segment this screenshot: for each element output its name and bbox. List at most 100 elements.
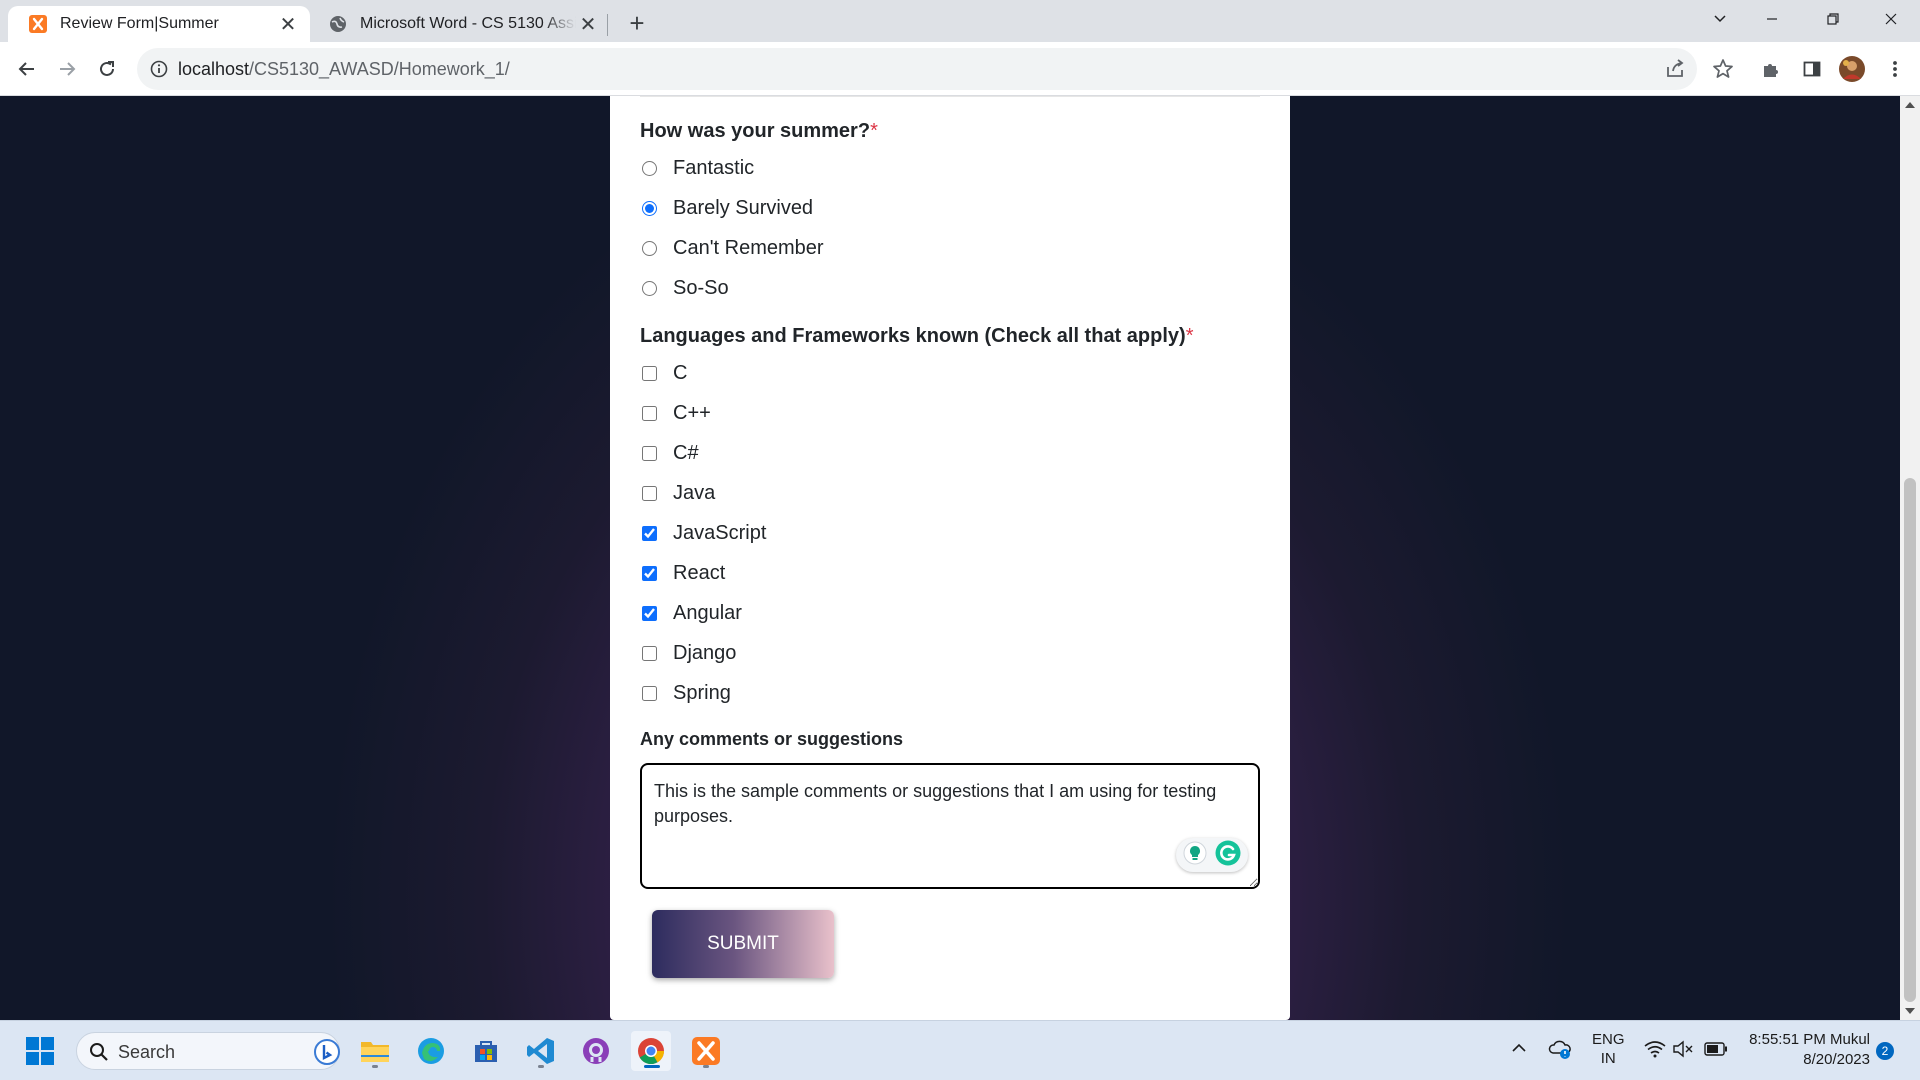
language-option-cpp[interactable]: C++ <box>640 398 711 428</box>
option-label: Fantastic <box>673 156 755 179</box>
required-marker: * <box>870 120 878 142</box>
tab-strip: Review Form|Summer ✕ Microsoft Word - CS… <box>0 0 1920 42</box>
radio-fantastic[interactable] <box>642 160 657 176</box>
option-label: Spring <box>673 681 731 704</box>
checkbox-javascript[interactable] <box>642 525 657 541</box>
language-option-spring[interactable]: Spring <box>640 678 731 708</box>
language-option-java[interactable]: Java <box>640 478 715 508</box>
page-viewport: How was your summer?* Fantastic Barely S… <box>0 96 1900 1020</box>
option-label: React <box>673 561 726 584</box>
comments-textarea[interactable]: This is the sample comments or suggestio… <box>640 763 1260 889</box>
checkbox-c[interactable] <box>642 365 657 381</box>
checkbox-react[interactable] <box>642 565 657 581</box>
checkbox-java[interactable] <box>642 485 657 501</box>
summer-option-fantastic[interactable]: Fantastic <box>640 153 754 183</box>
minimize-icon[interactable] <box>1752 0 1792 38</box>
close-tab-icon[interactable]: ✕ <box>576 12 600 36</box>
tab-title: Review Form|Summer <box>60 15 219 32</box>
option-label: C++ <box>673 401 711 424</box>
site-info-icon[interactable] <box>149 59 169 79</box>
radio-cant-remember[interactable] <box>642 240 657 256</box>
forward-arrow-icon[interactable] <box>51 53 83 85</box>
microsoft-store-icon[interactable] <box>466 1031 506 1071</box>
option-label: Barely Survived <box>673 196 814 219</box>
summer-option-so-so[interactable]: So-So <box>640 273 729 303</box>
show-hidden-icons-chevron-icon[interactable] <box>1511 1041 1527 1059</box>
language-option-javascript[interactable]: JavaScript <box>640 518 766 548</box>
checkbox-django[interactable] <box>642 645 657 661</box>
language-option-c[interactable]: C <box>640 358 687 388</box>
windows-start-icon[interactable] <box>20 1031 60 1071</box>
chrome-icon[interactable] <box>631 1031 671 1071</box>
bookmark-star-icon[interactable] <box>1707 53 1739 85</box>
lightbulb-icon[interactable] <box>1183 841 1207 870</box>
restore-icon[interactable] <box>1813 0 1853 38</box>
checkbox-angular[interactable] <box>642 605 657 621</box>
language-indicator[interactable]: ENG IN <box>1592 1030 1625 1068</box>
summer-option-cant-remember[interactable]: Can't Remember <box>640 233 824 263</box>
scroll-up-arrow-icon[interactable] <box>1905 102 1915 108</box>
option-label: Angular <box>673 601 742 624</box>
tab-microsoft-word[interactable]: Microsoft Word - CS 5130 Assignment ✕ <box>308 6 610 42</box>
share-icon[interactable] <box>1664 58 1686 85</box>
grammarly-widget[interactable] <box>1176 838 1248 872</box>
active-indicator <box>644 1065 660 1068</box>
scrollbar-thumb[interactable] <box>1904 478 1916 1002</box>
xampp-taskbar-icon[interactable] <box>686 1031 726 1071</box>
github-desktop-icon[interactable] <box>576 1031 616 1071</box>
extensions-puzzle-icon[interactable] <box>1755 53 1787 85</box>
globe-icon <box>328 14 348 34</box>
taskbar-search-box[interactable]: Search <box>76 1032 340 1070</box>
language-option-django[interactable]: Django <box>640 638 736 668</box>
new-tab-button[interactable]: + <box>623 8 651 38</box>
checkbox-spring[interactable] <box>642 685 657 701</box>
running-indicator <box>538 1065 544 1068</box>
summer-option-barely-survived[interactable]: Barely Survived <box>640 193 813 223</box>
option-label: C# <box>673 441 699 464</box>
vscode-icon[interactable] <box>521 1031 561 1071</box>
notification-badge[interactable]: 2 <box>1876 1042 1894 1060</box>
close-window-icon[interactable] <box>1871 0 1911 38</box>
option-label: Java <box>673 481 716 504</box>
search-icon <box>89 1042 109 1067</box>
bing-icon[interactable] <box>313 1038 341 1071</box>
language-code: ENG <box>1592 1031 1625 1048</box>
page-scrollbar[interactable] <box>1900 96 1920 1020</box>
radio-barely-survived[interactable] <box>642 200 657 216</box>
radio-so-so[interactable] <box>642 280 657 296</box>
edge-browser-icon[interactable] <box>411 1031 451 1071</box>
reload-icon[interactable] <box>91 53 123 85</box>
profile-avatar[interactable] <box>1836 53 1868 85</box>
submit-button[interactable]: SUBMIT <box>652 910 834 978</box>
side-panel-icon[interactable] <box>1796 53 1828 85</box>
clock-time: 8:55:51 PM Mukul <box>1749 1031 1870 1048</box>
checkbox-cpp[interactable] <box>642 405 657 421</box>
tab-search-icon[interactable] <box>1700 0 1740 38</box>
onedrive-cloud-icon[interactable] <box>1548 1038 1572 1065</box>
file-explorer-icon[interactable] <box>355 1031 395 1071</box>
browser-menu-icon[interactable] <box>1879 53 1911 85</box>
languages-question-label: Languages and Frameworks known (Check al… <box>640 325 1194 347</box>
tab-title: Microsoft Word - CS 5130 Assignment <box>360 15 576 32</box>
option-label: So-So <box>673 276 729 299</box>
language-option-angular[interactable]: Angular <box>640 598 742 628</box>
volume-muted-icon[interactable] <box>1672 1040 1694 1063</box>
option-label: C <box>673 361 688 384</box>
battery-icon[interactable] <box>1704 1042 1728 1061</box>
back-arrow-icon[interactable] <box>11 53 43 85</box>
browser-toolbar: localhost /CS5130_AWASD/Homework_1/ <box>0 42 1920 96</box>
region-code: IN <box>1600 1050 1616 1067</box>
grammarly-icon[interactable] <box>1215 840 1241 871</box>
clock-date: 8/20/2023 <box>1803 1051 1870 1068</box>
checkbox-csharp[interactable] <box>642 445 657 461</box>
tab-review-form[interactable]: Review Form|Summer ✕ <box>8 6 310 42</box>
wifi-icon[interactable] <box>1644 1040 1666 1063</box>
close-tab-icon[interactable]: ✕ <box>276 12 300 36</box>
language-option-csharp[interactable]: C# <box>640 438 699 468</box>
search-placeholder: Search <box>118 1042 176 1062</box>
language-option-react[interactable]: React <box>640 558 725 588</box>
clock[interactable]: 8:55:51 PM Mukul 8/20/2023 <box>1732 1030 1870 1070</box>
address-bar[interactable]: localhost /CS5130_AWASD/Homework_1/ <box>137 48 1697 90</box>
scroll-down-arrow-icon[interactable] <box>1905 1008 1915 1014</box>
xampp-icon <box>28 14 48 34</box>
